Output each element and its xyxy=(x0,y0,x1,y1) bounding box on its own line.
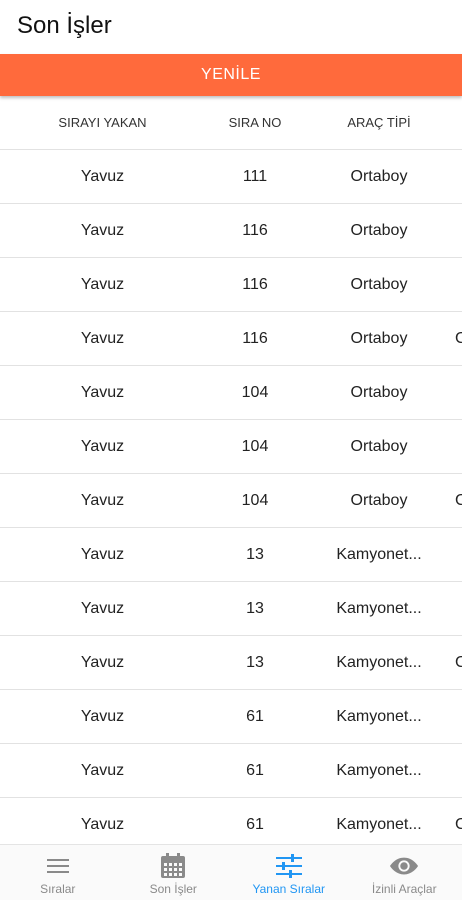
cell-sira-no: 104 xyxy=(241,491,269,509)
table-row[interactable]: Yavuz 104 Ortaboy C xyxy=(0,474,462,528)
cell-arac-tipi: Ortaboy xyxy=(350,383,408,401)
app-screen: Son İşler YENİLE SIRAYI YAKAN SIRA NO AR… xyxy=(0,0,462,900)
table-row[interactable]: Yavuz 13 Kamyonet... xyxy=(0,528,462,582)
nav-item-yanan-siralar[interactable]: Yanan Sıralar xyxy=(231,845,347,900)
cell-sirayi-yakan: Yavuz xyxy=(80,275,125,293)
page-title: Son İşler xyxy=(17,12,112,39)
cell-sira-no: 61 xyxy=(246,815,264,833)
nav-label: Sıralar xyxy=(40,882,76,896)
cell-sirayi-yakan: Yavuz xyxy=(80,167,125,185)
nav-item-son-isler[interactable]: Son İşler xyxy=(116,845,232,900)
cell-sirayi-yakan: Yavuz xyxy=(80,707,125,725)
cell-sirayi-yakan: Yavuz xyxy=(80,815,125,833)
cell-sira-no: 116 xyxy=(242,275,268,293)
table-row[interactable]: Yavuz 13 Kamyonet... xyxy=(0,582,462,636)
cell-arac-tipi: Ortaboy xyxy=(350,167,408,185)
cell-sirayi-yakan: Yavuz xyxy=(80,545,125,563)
cell-arac-tipi: Ortaboy xyxy=(350,437,408,455)
cell-sira-no: 104 xyxy=(241,437,269,455)
cell-arac-tipi: Kamyonet... xyxy=(336,599,422,617)
cell-sirayi-yakan: Yavuz xyxy=(80,761,125,779)
bottom-navigation: Sıralar Son İşler Yanan Sıralar İzinli A… xyxy=(0,844,462,900)
refresh-button[interactable]: YENİLE xyxy=(0,54,462,96)
jobs-table: SIRAYI YAKAN SIRA NO ARAÇ TİPİ Yavuz 111 O… xyxy=(0,96,462,852)
table-row[interactable]: Yavuz 104 Ortaboy xyxy=(0,366,462,420)
cell-arac-tipi: Kamyonet... xyxy=(336,653,422,671)
table-body: Yavuz 111 Ortaboy Yavuz 116 Ortaboy Yavuz 116 Or… xyxy=(0,150,462,852)
cell-arac-tipi: Kamyonet... xyxy=(336,707,422,725)
cell-sira-no: 116 xyxy=(242,221,268,239)
cell-sira-no: 104 xyxy=(241,383,269,401)
cell-sira-no: 13 xyxy=(246,545,264,563)
column-header-sira-no: SIRA NO xyxy=(228,115,282,130)
table-row[interactable]: Yavuz 13 Kamyonet... C xyxy=(0,636,462,690)
cell-sira-no: 61 xyxy=(246,761,264,779)
cell-sirayi-yakan: Yavuz xyxy=(80,221,125,239)
sliders-icon xyxy=(274,852,304,880)
cell-overflow: C xyxy=(455,329,462,347)
table-row[interactable]: Yavuz 104 Ortaboy xyxy=(0,420,462,474)
table-row[interactable]: Yavuz 116 Ortaboy xyxy=(0,258,462,312)
nav-item-izinli-araclar[interactable]: İzinli Araçlar xyxy=(347,845,462,900)
app-header: Son İşler xyxy=(0,0,462,52)
menu-icon xyxy=(43,852,73,880)
cell-sira-no: 13 xyxy=(246,653,264,671)
cell-sirayi-yakan: Yavuz xyxy=(80,653,125,671)
eye-icon xyxy=(389,852,419,880)
cell-sira-no: 116 xyxy=(242,329,268,347)
table-row[interactable]: Yavuz 111 Ortaboy xyxy=(0,150,462,204)
cell-arac-tipi: Ortaboy xyxy=(350,221,408,239)
cell-arac-tipi: Ortaboy xyxy=(350,275,408,293)
table-row[interactable]: Yavuz 116 Ortaboy xyxy=(0,204,462,258)
cell-overflow: C xyxy=(455,653,462,671)
calendar-icon xyxy=(158,852,188,880)
cell-arac-tipi: Ortaboy xyxy=(350,491,408,509)
cell-arac-tipi: Ortaboy xyxy=(350,329,408,347)
cell-sirayi-yakan: Yavuz xyxy=(80,437,125,455)
column-header-arac-tipi: ARAÇ TİPİ xyxy=(347,115,411,130)
cell-sira-no: 111 xyxy=(242,167,268,185)
cell-overflow: C xyxy=(455,815,462,833)
table-row[interactable]: Yavuz 61 Kamyonet... xyxy=(0,690,462,744)
cell-arac-tipi: Kamyonet... xyxy=(336,761,422,779)
nav-label: Yanan Sıralar xyxy=(252,882,326,896)
cell-sira-no: 13 xyxy=(246,599,264,617)
nav-item-siralar[interactable]: Sıralar xyxy=(0,845,116,900)
cell-sirayi-yakan: Yavuz xyxy=(80,599,125,617)
cell-sira-no: 61 xyxy=(246,707,264,725)
table-row[interactable]: Yavuz 61 Kamyonet... xyxy=(0,744,462,798)
cell-sirayi-yakan: Yavuz xyxy=(80,329,125,347)
nav-label: İzinli Araçlar xyxy=(371,882,437,896)
cell-arac-tipi: Kamyonet... xyxy=(336,815,422,833)
column-header-sirayi-yakan: SIRAYI YAKAN xyxy=(58,115,147,130)
cell-arac-tipi: Kamyonet... xyxy=(336,545,422,563)
cell-sirayi-yakan: Yavuz xyxy=(80,491,125,509)
nav-label: Son İşler xyxy=(149,882,197,896)
cell-sirayi-yakan: Yavuz xyxy=(80,383,125,401)
table-row[interactable]: Yavuz 116 Ortaboy C xyxy=(0,312,462,366)
table-header: SIRAYI YAKAN SIRA NO ARAÇ TİPİ xyxy=(0,96,462,150)
cell-overflow: C xyxy=(455,491,462,509)
